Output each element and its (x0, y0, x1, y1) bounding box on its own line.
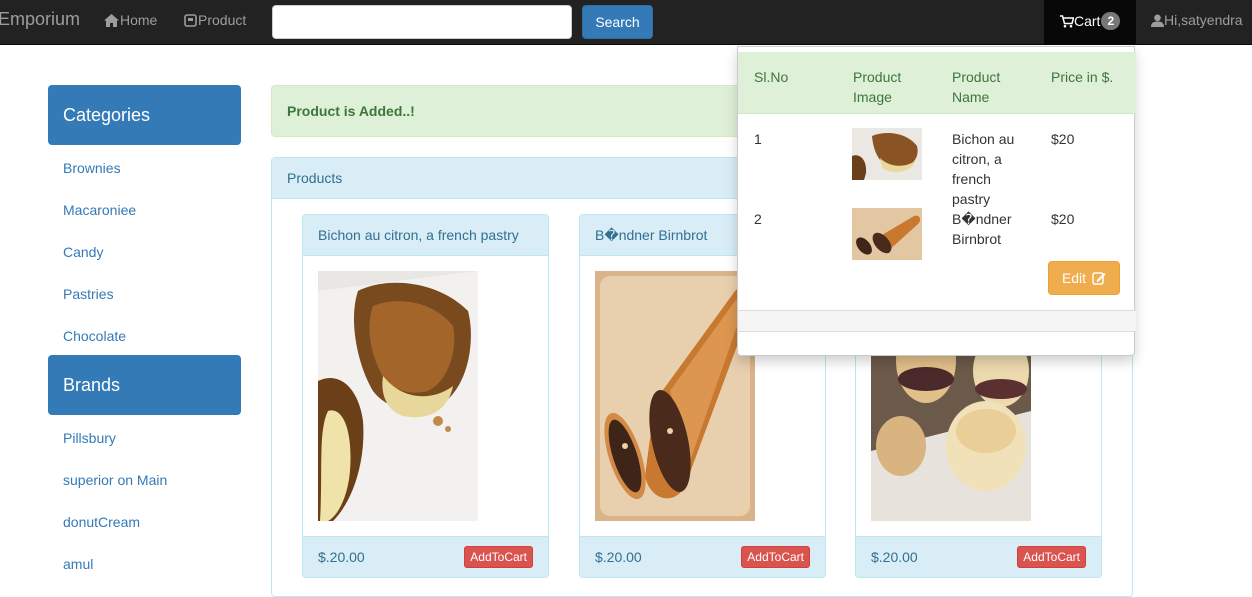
cart-label: Cart (1074, 13, 1101, 29)
add-to-cart-button[interactable]: AddToCart (464, 546, 533, 568)
cart-row-name-line: french (952, 171, 991, 187)
cart-dropdown-footer (738, 310, 1136, 332)
cart-row-price: $20 (1051, 131, 1075, 147)
column-header-image: Product Image (853, 67, 901, 107)
nav-home-label: Home (120, 12, 158, 28)
home-icon (104, 13, 119, 27)
user-account-link[interactable]: Hi,satyendra (1151, 12, 1243, 28)
product-footer: $.20.00 AddToCart (580, 536, 825, 577)
search-button[interactable]: Search (582, 5, 653, 39)
product-image[interactable] (595, 271, 755, 521)
nav-product-link[interactable]: Product (184, 12, 246, 28)
category-link[interactable]: Candy (63, 244, 103, 260)
category-link[interactable]: Chocolate (63, 328, 126, 344)
top-navbar: Emporium Home Product Search Cart 2 Hi,s… (0, 0, 1252, 45)
product-price: $.20.00 (595, 549, 642, 565)
brand-logo[interactable]: Emporium (0, 9, 80, 30)
brands-heading: Brands (48, 355, 241, 415)
cart-row-price: $20 (1051, 211, 1075, 227)
cart-row-name: Bichon au citron, a french pastry (952, 129, 1014, 209)
categories-heading: Categories (48, 85, 241, 145)
brand-link[interactable]: amul (63, 556, 93, 572)
cart-count-badge: 2 (1101, 12, 1121, 30)
category-link[interactable]: Brownies (63, 160, 121, 176)
cart-dropdown: Sl.No Product Image Product Name Price i… (737, 46, 1136, 356)
column-header-name: Product Name (952, 67, 1000, 107)
category-link[interactable]: Macaroniee (63, 202, 136, 218)
cart-table-header: Sl.No Product Image Product Name Price i… (738, 52, 1136, 114)
user-icon (1151, 14, 1164, 27)
search-input[interactable] (272, 5, 572, 39)
product-icon (184, 13, 197, 27)
column-header-image-line: Image (853, 89, 892, 105)
cart-row-name-line: Birnbrot (952, 231, 1002, 247)
product-card: Bichon au citron, a french pastry $.20.0… (302, 214, 549, 578)
product-footer: $.20.00 AddToCart (303, 536, 548, 577)
product-footer: $.20.00 AddToCart (856, 536, 1101, 577)
brand-link[interactable]: Pillsbury (63, 430, 116, 446)
user-greeting: Hi,satyendra (1164, 12, 1243, 28)
column-header-price: Price in $. (1051, 69, 1114, 85)
add-to-cart-button[interactable]: AddToCart (1017, 546, 1086, 568)
add-to-cart-button[interactable]: AddToCart (741, 546, 810, 568)
cart-row-name-line: citron, a (952, 151, 1002, 167)
edit-icon (1092, 272, 1106, 285)
column-header-slno: Sl.No (754, 69, 789, 85)
cart-row-slno: 1 (754, 131, 762, 147)
brand-link[interactable]: superior on Main (63, 472, 167, 488)
edit-label: Edit (1061, 270, 1087, 286)
product-title[interactable]: Bichon au citron, a french pastry (303, 215, 548, 256)
cart-link[interactable]: Cart 2 (1060, 12, 1121, 30)
nav-product-label: Product (198, 12, 247, 28)
product-image[interactable] (318, 271, 478, 521)
column-header-image-line: Product (853, 69, 902, 85)
cart-row-thumbnail (852, 208, 922, 260)
cart-row-name-line: Bichon au (952, 131, 1015, 147)
cart-row-thumbnail (852, 128, 922, 180)
column-header-name-line: Name (952, 89, 990, 105)
shopping-cart-icon (1060, 14, 1074, 27)
cart-row-name-line: B�ndner (952, 211, 1012, 227)
success-alert: Product is Added..! (271, 85, 751, 137)
brand-link[interactable]: donutCream (63, 514, 140, 530)
product-price: $.20.00 (871, 549, 918, 565)
nav-home-link[interactable]: Home (104, 12, 157, 28)
cart-row-name: B�ndner Birnbrot (952, 209, 1012, 249)
product-price: $.20.00 (318, 549, 365, 565)
edit-cart-button[interactable]: Edit (1048, 261, 1120, 295)
category-link[interactable]: Pastries (63, 286, 114, 302)
column-header-name-line: Product (952, 69, 1001, 85)
cart-row-slno: 2 (754, 211, 762, 227)
cart-row-name-line: pastry (952, 191, 991, 207)
